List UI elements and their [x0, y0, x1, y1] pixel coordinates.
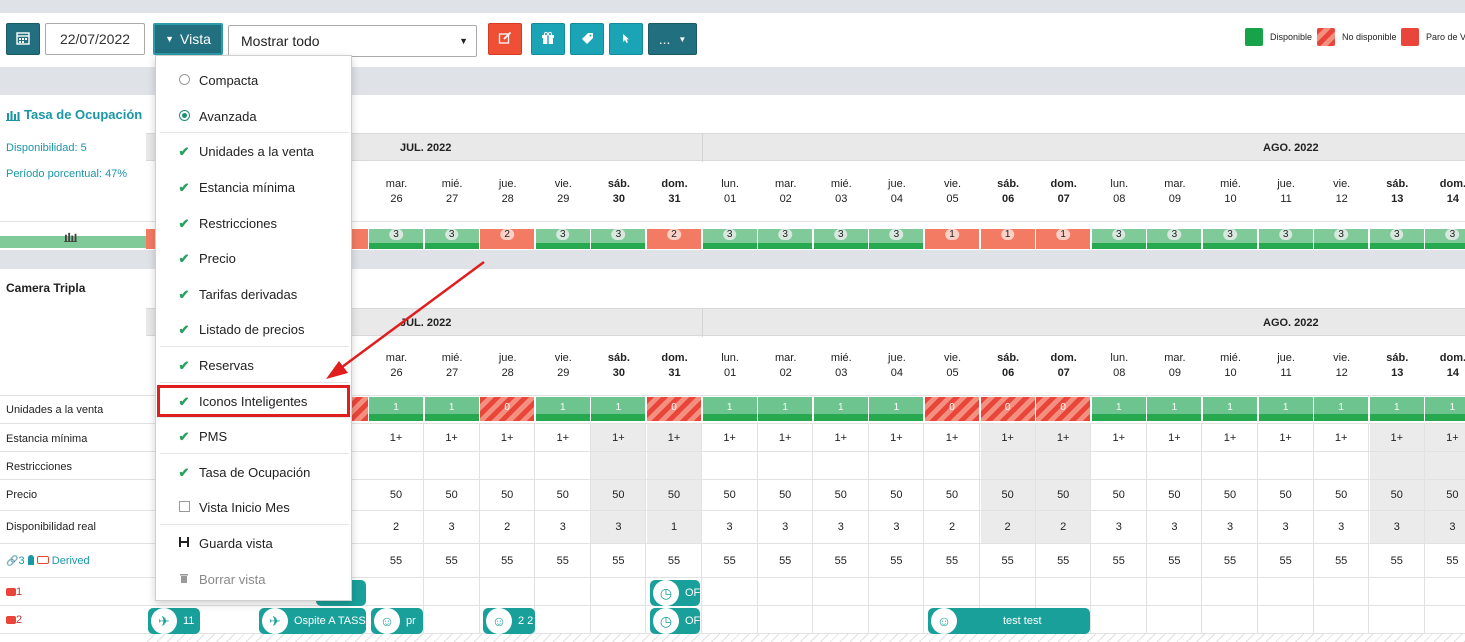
annotation-arrow	[326, 260, 485, 379]
channel-manager-calendar: 22/07/2022 ▼ Vista Mostrar todo ▼ ... ▼ …	[0, 0, 1465, 642]
